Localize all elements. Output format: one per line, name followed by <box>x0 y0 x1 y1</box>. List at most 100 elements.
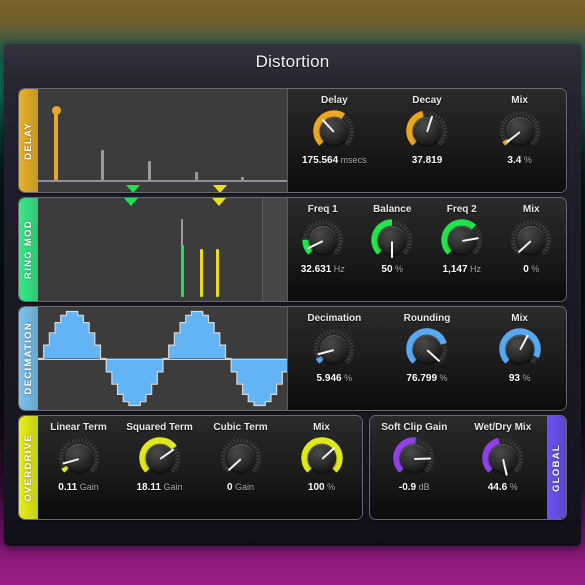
delay-impulse[interactable] <box>51 106 61 180</box>
knob-dial[interactable] <box>219 437 262 479</box>
knob-label: Freq 2 <box>446 204 477 215</box>
ringmod-spectrum-graph[interactable] <box>38 198 288 301</box>
knob-unit: Hz <box>467 264 482 274</box>
knob-dial[interactable] <box>393 437 435 479</box>
decimation-wave-graph[interactable] <box>38 307 288 410</box>
knob-dial[interactable] <box>313 110 356 152</box>
knob-freq-1[interactable]: Freq 1 32.631 Hz <box>292 204 354 275</box>
knob-dial[interactable] <box>313 328 356 370</box>
knob-soft-clip-gain[interactable]: Soft Clip Gain -0.9 dB <box>381 422 447 493</box>
knob-label: Freq 1 <box>307 204 338 215</box>
knob-label: Mix <box>511 313 528 324</box>
knob-value: 0 % <box>523 264 540 275</box>
sidebar-tab-overdrive[interactable]: OVERDRIVE <box>19 416 38 519</box>
knob-label: Decay <box>412 95 442 106</box>
knob-dial[interactable] <box>371 219 413 261</box>
knob-unit: Gain <box>77 482 99 492</box>
knob-value: 100 % <box>307 482 336 493</box>
knob-dial[interactable] <box>138 437 181 479</box>
sidebar-tab-ringmod[interactable]: RING MOD <box>19 198 38 301</box>
knob-label: Mix <box>511 95 528 106</box>
knob-decimation[interactable]: Decimation 5.946 % <box>303 313 365 384</box>
knob-dial[interactable] <box>57 437 100 479</box>
knob-squared-term[interactable]: Squared Term 18.11 Gain <box>126 422 193 493</box>
knob-cubic-term[interactable]: Cubic Term 0 Gain <box>210 422 272 493</box>
decimation-zero-line <box>38 358 287 360</box>
ringmod-partial[interactable] <box>181 245 184 297</box>
knob-dial[interactable] <box>300 437 343 479</box>
knob-unit: % <box>341 373 353 383</box>
sidebar-tab-overdrive-label: OVERDRIVE <box>23 433 34 502</box>
knob-dial[interactable] <box>510 219 552 261</box>
sidebar-tab-ringmod-label: RING MOD <box>23 220 34 279</box>
knob-value: 0 Gain <box>226 482 255 493</box>
module-ringmod: RING MOD Freq 1 32.631 Hz Balance 50 % Freq … <box>18 197 567 302</box>
knob-dial[interactable] <box>482 437 524 479</box>
knob-wet-dry-mix[interactable]: Wet/Dry Mix 44.6 % <box>472 422 534 493</box>
delay-impulse[interactable] <box>241 177 244 180</box>
knob-dial[interactable] <box>302 219 344 261</box>
knob-mix[interactable]: Mix 0 % <box>500 204 562 275</box>
knob-unit: Gain <box>160 482 183 492</box>
knob-unit: dB <box>416 482 430 492</box>
knob-balance[interactable]: Balance 50 % <box>361 204 423 275</box>
delay-impulse-graph[interactable] <box>38 89 288 192</box>
knob-unit: % <box>392 264 404 274</box>
knob-dial[interactable] <box>498 110 541 152</box>
knob-value: 18.11 Gain <box>136 482 183 493</box>
knob-label: Balance <box>373 204 412 215</box>
delay-knob-panel: Delay 175.564 msecs Decay 37.819 Mix 3.4 % <box>288 89 566 192</box>
knob-label: Mix <box>522 204 540 215</box>
knob-dial[interactable] <box>441 219 483 261</box>
knob-rounding[interactable]: Rounding 76.799 % <box>396 313 458 384</box>
knob-label: Delay <box>320 95 348 106</box>
knob-mix[interactable]: Mix 100 % <box>291 422 353 493</box>
sidebar-tab-decimation[interactable]: DECIMATION <box>19 307 38 410</box>
knob-unit: Hz <box>331 264 345 274</box>
delay-impulse[interactable] <box>148 161 151 180</box>
module-overdrive: OVERDRIVE Linear Term 0.11 Gain Squared Te… <box>18 415 363 520</box>
knob-unit: % <box>437 373 448 383</box>
knob-mix[interactable]: Mix 93 % <box>489 313 551 384</box>
knob-value: 44.6 % <box>487 482 518 493</box>
knob-pointer <box>391 241 394 258</box>
ringmod-freq-marker[interactable] <box>124 198 138 206</box>
page-title: Distortion <box>255 52 330 71</box>
knob-delay[interactable]: Delay 175.564 msecs <box>302 95 367 166</box>
ringmod-partial[interactable] <box>216 249 219 297</box>
sidebar-tab-delay[interactable]: DELAY <box>19 89 38 192</box>
knob-value: 50 % <box>381 264 404 275</box>
knob-label: Cubic Term <box>213 422 268 433</box>
knob-freq-2[interactable]: Freq 2 1,147 Hz <box>431 204 493 275</box>
ringmod-freq-marker[interactable] <box>212 198 226 206</box>
knob-dial[interactable] <box>498 328 541 370</box>
ringmod-partial[interactable] <box>200 249 203 297</box>
knob-label: Linear Term <box>50 422 107 433</box>
global-knob-panel: Soft Clip Gain -0.9 dB Wet/Dry Mix 44.6 % <box>370 416 547 519</box>
decimation-knob-panel: Decimation 5.946 % Rounding 76.799 % Mix 93 % <box>288 307 566 410</box>
knob-dial[interactable] <box>406 110 448 152</box>
knob-decay[interactable]: Decay 37.819 <box>396 95 458 166</box>
knob-value: 93 % <box>508 373 531 384</box>
sidebar-tab-global-label: GLOBAL <box>551 443 562 492</box>
knob-unit: % <box>528 264 540 274</box>
module-decimation: DECIMATION Decimation 5.946 % Rounding 76.7… <box>18 306 567 411</box>
delay-range-marker[interactable] <box>213 185 227 192</box>
delay-range-marker[interactable] <box>126 185 140 192</box>
knob-value: -0.9 dB <box>398 482 430 493</box>
knob-linear-term[interactable]: Linear Term 0.11 Gain <box>48 422 110 493</box>
knob-value: 37.819 <box>411 155 443 166</box>
sidebar-tab-global[interactable]: GLOBAL <box>547 416 566 519</box>
knob-value: 3.4 % <box>507 155 532 166</box>
knob-unit: % <box>324 482 336 492</box>
ringmod-knob-panel: Freq 1 32.631 Hz Balance 50 % Freq 2 1,147 Hz… <box>288 198 566 301</box>
module-delay: DELAY Delay 175.564 msecs Decay 37.819 Mix 3.… <box>18 88 567 193</box>
delay-impulse[interactable] <box>101 150 104 180</box>
knob-value: 76.799 % <box>406 373 448 384</box>
knob-label: Rounding <box>403 313 451 324</box>
knob-dial[interactable] <box>406 328 448 370</box>
knob-value: 0.11 Gain <box>58 482 99 493</box>
knob-label: Squared Term <box>126 422 193 433</box>
delay-impulse[interactable] <box>195 172 198 180</box>
knob-mix[interactable]: Mix 3.4 % <box>489 95 551 166</box>
